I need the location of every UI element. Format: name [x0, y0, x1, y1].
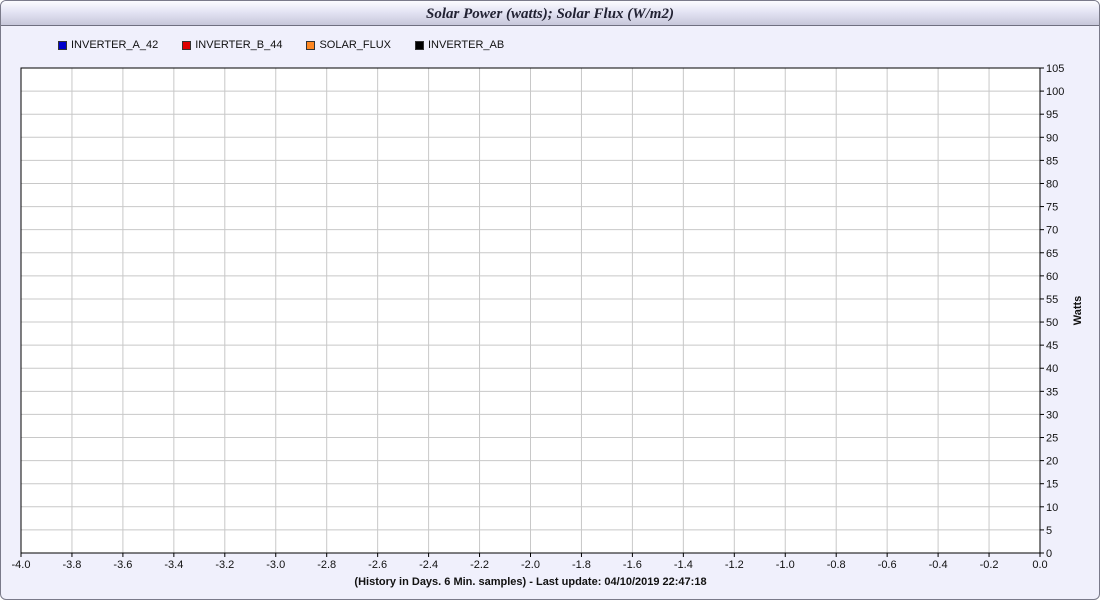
- y-tick-label: 5: [1046, 525, 1052, 537]
- y-tick-label: 100: [1046, 86, 1064, 98]
- x-tick-label: -1.4: [674, 559, 693, 571]
- y-tick-label: 30: [1046, 409, 1058, 421]
- x-tick-label: -1.0: [776, 559, 795, 571]
- y-tick-label: 10: [1046, 502, 1058, 514]
- x-tick-label: -1.6: [623, 559, 642, 571]
- x-tick-label: -4.0: [12, 559, 31, 571]
- chart-svg: -4.0 -3.8 -3.6 -3.4 -3.2 -3.0 -2.8 -2.6 -2.4 -2.2…: [12, 63, 1084, 588]
- x-tick-label: -1.2: [725, 559, 744, 571]
- x-tick-label: -3.2: [215, 559, 234, 571]
- y-tick-label: 85: [1046, 155, 1058, 167]
- y-tick-label: 40: [1046, 363, 1058, 375]
- y-tick-label: 45: [1046, 340, 1058, 352]
- y-tick-label: 35: [1046, 386, 1058, 398]
- x-tick-label: -2.2: [470, 559, 489, 571]
- y-tick-label: 80: [1046, 178, 1058, 190]
- y-tick-label: 65: [1046, 248, 1058, 260]
- y-tick-label: 20: [1046, 456, 1058, 468]
- x-tick-label: -2.8: [317, 559, 336, 571]
- y-tick-label: 55: [1046, 294, 1058, 306]
- y-tick-label: 15: [1046, 479, 1058, 491]
- x-tick-label: -3.8: [62, 559, 81, 571]
- y-tick-label: 95: [1046, 109, 1058, 121]
- y-tick-label: 60: [1046, 271, 1058, 283]
- x-tick-label: -2.4: [419, 559, 438, 571]
- x-tick-label: -0.4: [929, 559, 948, 571]
- x-tick-label: -2.6: [368, 559, 387, 571]
- x-tick-label: -3.6: [113, 559, 132, 571]
- y-tick-label: 90: [1046, 132, 1058, 144]
- x-axis-label: (History in Days. 6 Min. samples) - Last…: [354, 576, 706, 588]
- x-tick-label: -0.2: [980, 559, 999, 571]
- x-tick-label: -3.4: [164, 559, 183, 571]
- y-tick-label: 25: [1046, 433, 1058, 445]
- x-tick-label: -0.6: [878, 559, 897, 571]
- x-tick-label: -0.8: [827, 559, 846, 571]
- x-tick-label: 0.0: [1032, 559, 1047, 571]
- y-tick-label: 0: [1046, 548, 1052, 560]
- x-tick-label: -2.0: [521, 559, 540, 571]
- y-tick-label: 70: [1046, 225, 1058, 237]
- x-tick-label: -3.0: [266, 559, 285, 571]
- y-axis-label: Watts: [1072, 296, 1084, 326]
- y-tick-label: 50: [1046, 317, 1058, 329]
- y-tick-label: 75: [1046, 202, 1058, 214]
- x-tick-label: -1.8: [572, 559, 591, 571]
- y-tick-label: 105: [1046, 63, 1064, 75]
